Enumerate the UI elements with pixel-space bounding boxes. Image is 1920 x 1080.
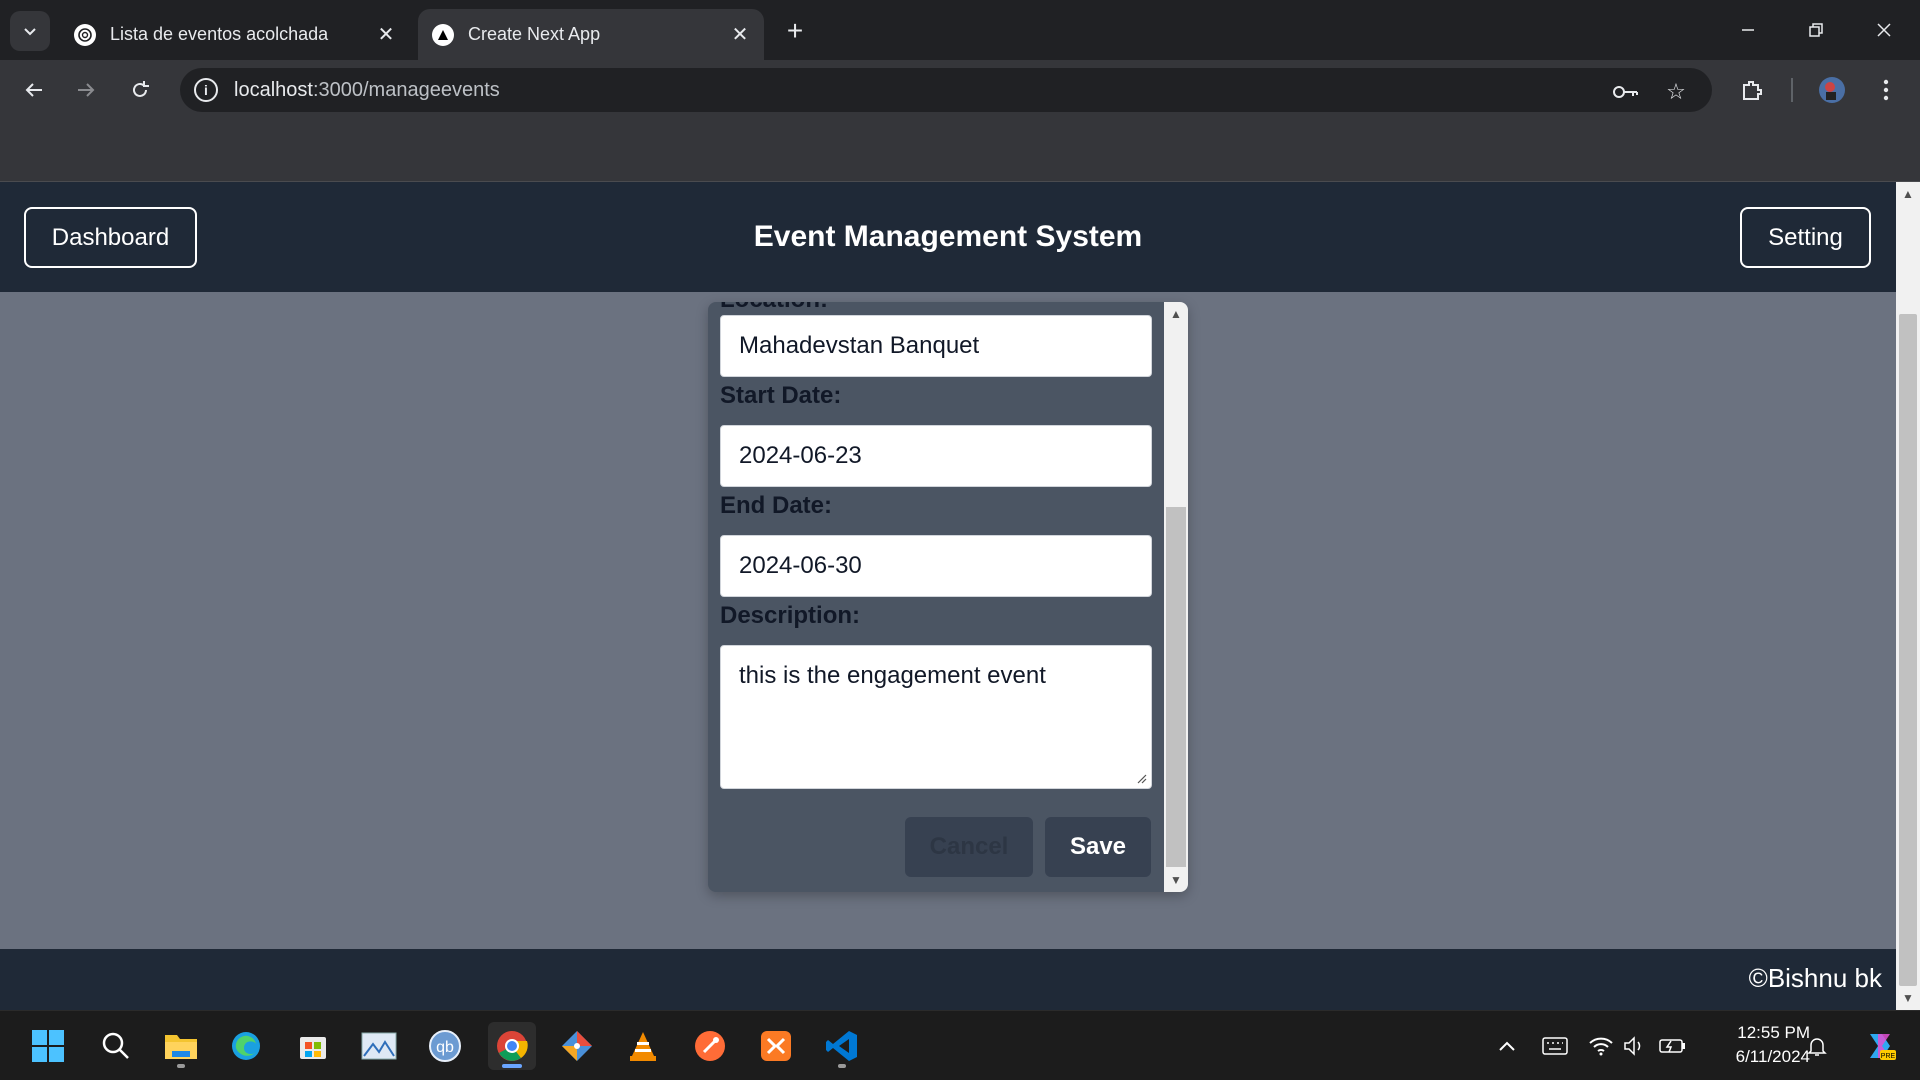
browser-tab-bar: Lista de eventos acolchada ✕ Create Next… bbox=[0, 0, 1920, 60]
browser-toolbar: i localhost:3000/manageevents ☆ bbox=[0, 60, 1920, 120]
taskbar-clock[interactable]: 12:55 PM 6/11/2024 bbox=[1700, 1021, 1810, 1069]
wifi-icon[interactable] bbox=[1586, 1031, 1616, 1061]
star-icon[interactable]: ☆ bbox=[1662, 78, 1690, 106]
extensions-button[interactable] bbox=[1732, 70, 1772, 110]
more-vertical-icon bbox=[1883, 79, 1889, 101]
new-tab-button[interactable]: + bbox=[778, 14, 812, 48]
end-date-label: End Date: bbox=[720, 492, 833, 519]
modal-scroll-area[interactable]: Location: Mahadevstan Banquet Start Date… bbox=[708, 302, 1188, 892]
forward-button[interactable] bbox=[66, 70, 106, 110]
arrow-right-icon bbox=[78, 83, 95, 97]
bookmark-bar bbox=[0, 120, 1920, 182]
chatgpt-icon bbox=[74, 23, 96, 46]
toolbar-divider bbox=[1791, 78, 1793, 102]
chrome-icon[interactable] bbox=[488, 1022, 536, 1070]
page-scrollbar[interactable]: ▲ ▼ bbox=[1896, 182, 1920, 1010]
resize-grip-icon[interactable] bbox=[1135, 772, 1147, 784]
chevron-down-icon bbox=[24, 28, 36, 36]
nextjs-icon bbox=[432, 23, 454, 46]
location-input[interactable]: Mahadevstan Banquet bbox=[720, 315, 1152, 377]
keyboard-icon[interactable] bbox=[1540, 1031, 1570, 1061]
close-icon[interactable]: ✕ bbox=[726, 21, 754, 49]
vscode-icon[interactable] bbox=[818, 1022, 866, 1070]
description-label: Description: bbox=[720, 602, 861, 629]
scroll-down-arrow-icon[interactable]: ▼ bbox=[1896, 986, 1920, 1010]
page-title: Event Management System bbox=[753, 220, 1143, 253]
menu-button[interactable] bbox=[1866, 70, 1906, 110]
tab-create-next-app[interactable]: Create Next App ✕ bbox=[418, 9, 764, 60]
url-host: localhost bbox=[234, 78, 313, 101]
reload-icon bbox=[133, 81, 149, 97]
page-scrollbar-thumb[interactable] bbox=[1899, 314, 1917, 986]
vlc-icon[interactable] bbox=[619, 1022, 667, 1070]
scroll-up-arrow-icon[interactable]: ▲ bbox=[1164, 304, 1188, 324]
address-bar[interactable]: i localhost:3000/manageevents ☆ bbox=[180, 68, 1712, 112]
close-icon bbox=[1877, 23, 1891, 37]
restore-button[interactable] bbox=[1782, 0, 1850, 60]
tab-title: Create Next App bbox=[468, 24, 601, 44]
tab-lista-eventos[interactable]: Lista de eventos acolchada ✕ bbox=[60, 9, 410, 60]
avatar-icon bbox=[1819, 77, 1845, 103]
description-textarea[interactable]: this is the engagement event bbox=[720, 645, 1152, 789]
file-explorer-icon[interactable] bbox=[157, 1022, 205, 1070]
photos-icon[interactable] bbox=[355, 1022, 403, 1070]
tab-title: Lista de eventos acolchada bbox=[110, 24, 329, 44]
edge-icon[interactable] bbox=[222, 1022, 270, 1070]
page-content: Dashboard Event Management System Settin… bbox=[0, 182, 1896, 1010]
clock-time: 12:55 PM bbox=[1737, 1023, 1810, 1042]
tab-search-button[interactable] bbox=[10, 11, 50, 51]
modal-scrollbar[interactable]: ▲ ▼ bbox=[1164, 302, 1188, 892]
copilot-icon[interactable]: PRE bbox=[1860, 1026, 1900, 1066]
app-footer: ©Bishnu bk bbox=[0, 949, 1896, 1010]
profile-avatar[interactable] bbox=[1812, 70, 1852, 110]
start-date-label: Start Date: bbox=[720, 382, 842, 409]
microsoft-store-icon[interactable] bbox=[289, 1022, 337, 1070]
git-tool-icon[interactable] bbox=[553, 1022, 601, 1070]
cancel-button[interactable]: Cancel bbox=[905, 817, 1033, 877]
search-icon[interactable] bbox=[92, 1022, 140, 1070]
password-key-icon[interactable] bbox=[1612, 78, 1640, 106]
end-date-input[interactable]: 2024-06-30 bbox=[720, 535, 1152, 597]
close-window-button[interactable] bbox=[1850, 0, 1918, 60]
url-path: :3000/manageevents bbox=[312, 78, 500, 101]
modal-scrollbar-thumb[interactable] bbox=[1166, 507, 1186, 867]
arrow-left-icon bbox=[25, 83, 42, 97]
setting-button[interactable]: Setting bbox=[1740, 207, 1871, 268]
volume-icon[interactable] bbox=[1620, 1031, 1650, 1061]
back-button[interactable] bbox=[14, 70, 54, 110]
description-text: this is the engagement event bbox=[739, 662, 1046, 689]
location-label: Location: bbox=[720, 302, 828, 314]
svg-text:PRE: PRE bbox=[1881, 1053, 1896, 1060]
postman-icon[interactable] bbox=[686, 1022, 734, 1070]
svg-text:qb: qb bbox=[436, 1039, 454, 1056]
restore-icon bbox=[1809, 23, 1823, 37]
qbittorrent-icon[interactable]: qb bbox=[421, 1022, 469, 1070]
minimize-button[interactable] bbox=[1714, 0, 1782, 60]
xampp-icon[interactable] bbox=[752, 1022, 800, 1070]
close-icon[interactable]: ✕ bbox=[372, 21, 400, 49]
footer-copyright: ©Bishnu bk bbox=[1748, 963, 1882, 993]
puzzle-icon bbox=[1743, 81, 1762, 100]
scroll-down-arrow-icon[interactable]: ▼ bbox=[1164, 870, 1188, 890]
start-windows-icon[interactable] bbox=[24, 1022, 72, 1070]
scroll-up-arrow-icon[interactable]: ▲ bbox=[1896, 182, 1920, 206]
start-date-input[interactable]: 2024-06-23 bbox=[720, 425, 1152, 487]
edit-event-modal: Location: Mahadevstan Banquet Start Date… bbox=[708, 302, 1188, 892]
taskbar: qb 12:55 PM 6/11/2024 PRE bbox=[0, 1010, 1920, 1080]
app-header: Dashboard Event Management System Settin… bbox=[0, 182, 1896, 292]
notification-bell-icon[interactable] bbox=[1802, 1031, 1832, 1061]
reload-button[interactable] bbox=[120, 70, 160, 110]
minimize-icon bbox=[1742, 29, 1754, 31]
save-button[interactable]: Save bbox=[1045, 817, 1151, 877]
running-indicator bbox=[838, 1064, 846, 1068]
site-info-icon[interactable]: i bbox=[194, 78, 218, 102]
chevron-up-icon[interactable] bbox=[1492, 1031, 1522, 1061]
battery-icon[interactable] bbox=[1658, 1031, 1688, 1061]
active-indicator bbox=[502, 1064, 522, 1068]
url-text: localhost:3000/manageevents bbox=[234, 79, 500, 102]
running-indicator bbox=[177, 1064, 185, 1068]
clock-date: 6/11/2024 bbox=[1735, 1047, 1810, 1066]
